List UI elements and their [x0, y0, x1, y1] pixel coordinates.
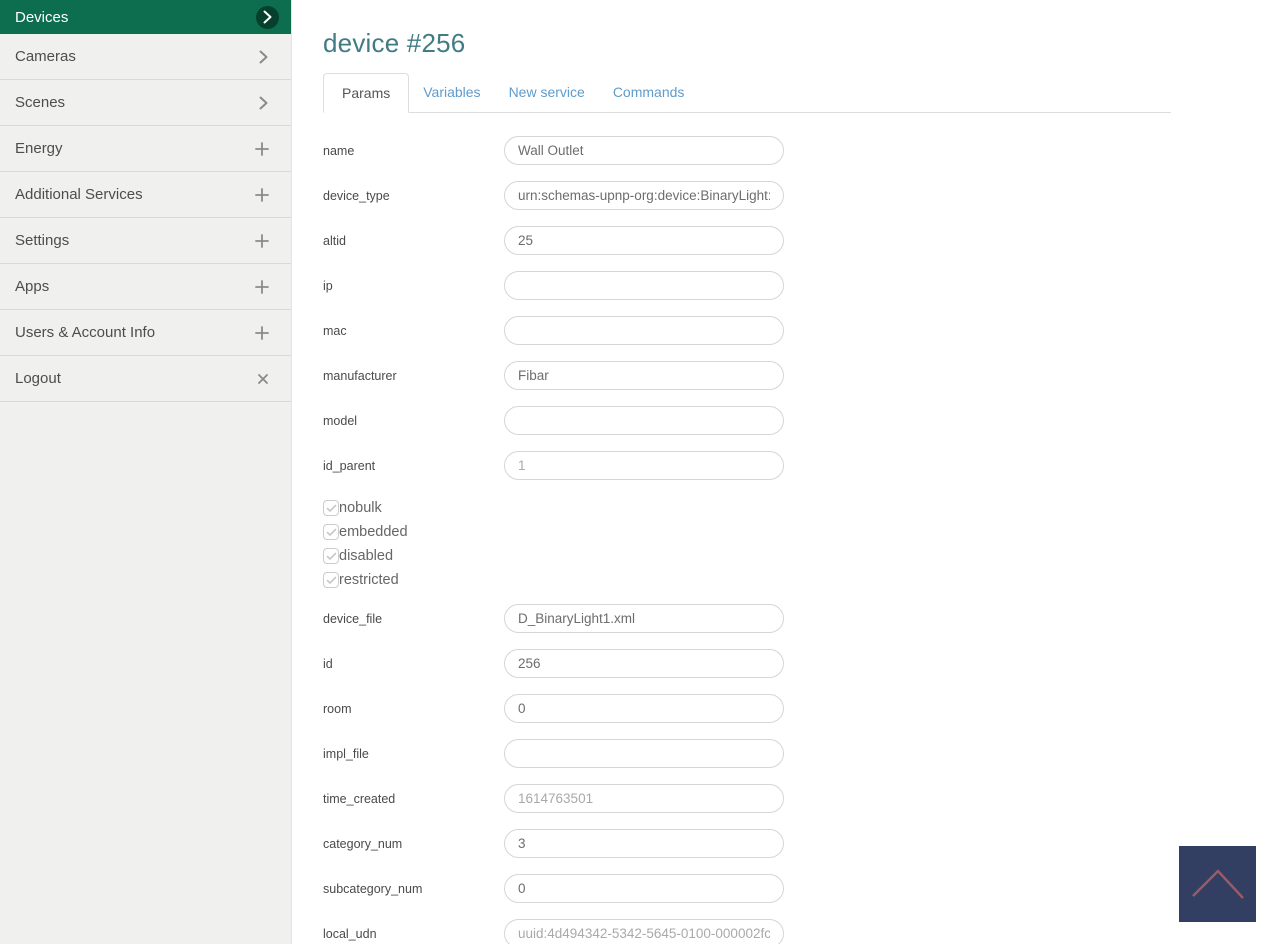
sidebar: Devices Cameras Scenes Energy Additional Ser…	[0, 0, 292, 944]
field-label: room	[323, 702, 504, 716]
model-input[interactable]	[504, 406, 784, 435]
sidebar-item-additional-services[interactable]: Additional Services	[0, 172, 291, 218]
checkbox-row-embedded: embedded	[323, 520, 1278, 544]
embedded-checkbox[interactable]	[323, 524, 339, 540]
id-input[interactable]	[504, 649, 784, 678]
sidebar-item-label: Devices	[15, 9, 68, 26]
checkbox-row-nobulk: nobulk	[323, 496, 1278, 520]
subcategory_num-input[interactable]	[504, 874, 784, 903]
form-row-impl_file: impl_file	[323, 739, 1278, 768]
field-label: device_type	[323, 189, 504, 203]
flags-checkbox-group: nobulk embedded disabled restricted	[323, 496, 1278, 592]
field-label: category_num	[323, 837, 504, 851]
form-row-device_file: device_file	[323, 604, 1278, 633]
plus-icon	[255, 234, 269, 248]
impl_file-input[interactable]	[504, 739, 784, 768]
scroll-to-top-button[interactable]	[1179, 846, 1256, 922]
room-input[interactable]	[504, 694, 784, 723]
checkbox-row-restricted: restricted	[323, 568, 1278, 592]
sidebar-item-devices[interactable]: Devices	[0, 0, 291, 34]
tab-new-service[interactable]: New service	[495, 73, 599, 112]
field-label: mac	[323, 324, 504, 338]
form-row-id_parent: id_parent	[323, 451, 1278, 480]
form-row-category_num: category_num	[323, 829, 1278, 858]
main-content: device #256 ParamsVariablesNew serviceCo…	[293, 0, 1278, 944]
sidebar-item-users-account-info[interactable]: Users & Account Info	[0, 310, 291, 356]
plus-icon	[255, 188, 269, 202]
sidebar-item-logout[interactable]: Logout	[0, 356, 291, 402]
form-row-room: room	[323, 694, 1278, 723]
field-label: impl_file	[323, 747, 504, 761]
ip-input[interactable]	[504, 271, 784, 300]
tab-bar: ParamsVariablesNew serviceCommands	[323, 73, 1171, 113]
id_parent-input[interactable]	[504, 451, 784, 480]
mac-input[interactable]	[504, 316, 784, 345]
sidebar-item-label: Apps	[15, 278, 49, 295]
time_created-input[interactable]	[504, 784, 784, 813]
field-label: time_created	[323, 792, 504, 806]
altid-input[interactable]	[504, 226, 784, 255]
chevron-right-icon	[258, 95, 269, 111]
tab-variables[interactable]: Variables	[409, 73, 494, 112]
sidebar-item-energy[interactable]: Energy	[0, 126, 291, 172]
name-input[interactable]	[504, 136, 784, 165]
sidebar-item-label: Additional Services	[15, 186, 143, 203]
sidebar-item-label: Logout	[15, 370, 61, 387]
chevron-right-icon[interactable]	[256, 6, 279, 29]
field-label: name	[323, 144, 504, 158]
form-row-altid: altid	[323, 226, 1278, 255]
field-label: local_udn	[323, 927, 504, 941]
chevron-up-icon	[1188, 862, 1248, 907]
sidebar-item-label: Energy	[15, 140, 63, 157]
plus-icon	[255, 280, 269, 294]
field-label: model	[323, 414, 504, 428]
tab-params[interactable]: Params	[323, 73, 409, 113]
device-params-form: name device_typealtid ip mac manufacturer mod…	[323, 136, 1278, 944]
local_udn-input[interactable]	[504, 919, 784, 944]
form-row-mac: mac	[323, 316, 1278, 345]
field-label: id_parent	[323, 459, 504, 473]
device_type-input[interactable]	[504, 181, 784, 210]
sidebar-item-label: Cameras	[15, 48, 76, 65]
form-row-name: name	[323, 136, 1278, 165]
form-row-subcategory_num: subcategory_num	[323, 874, 1278, 903]
form-row-ip: ip	[323, 271, 1278, 300]
sidebar-item-apps[interactable]: Apps	[0, 264, 291, 310]
field-label: manufacturer	[323, 369, 504, 383]
checkbox-row-disabled: disabled	[323, 544, 1278, 568]
field-label: device_file	[323, 612, 504, 626]
chevron-right-icon	[258, 49, 269, 65]
plus-icon	[255, 142, 269, 156]
form-row-local_udn: local_udn	[323, 919, 1278, 944]
sidebar-item-label: Scenes	[15, 94, 65, 111]
form-row-model: model	[323, 406, 1278, 435]
restricted-checkbox[interactable]	[323, 572, 339, 588]
form-row-manufacturer: manufacturer	[323, 361, 1278, 390]
field-label: id	[323, 657, 504, 671]
field-label: altid	[323, 234, 504, 248]
form-row-device_type: device_type	[323, 181, 1278, 210]
sidebar-item-scenes[interactable]: Scenes	[0, 80, 291, 126]
sidebar-item-label: Settings	[15, 232, 69, 249]
device_file-input[interactable]	[504, 604, 784, 633]
tab-commands[interactable]: Commands	[599, 73, 699, 112]
checkbox-label: nobulk	[339, 500, 382, 516]
checkbox-label: restricted	[339, 572, 399, 588]
page-title: device #256	[323, 28, 1278, 59]
category_num-input[interactable]	[504, 829, 784, 858]
checkbox-label: disabled	[339, 548, 393, 564]
sidebar-item-label: Users & Account Info	[15, 324, 155, 341]
form-row-time_created: time_created	[323, 784, 1278, 813]
nobulk-checkbox[interactable]	[323, 500, 339, 516]
form-row-id: id	[323, 649, 1278, 678]
plus-icon	[255, 326, 269, 340]
field-label: subcategory_num	[323, 882, 504, 896]
manufacturer-input[interactable]	[504, 361, 784, 390]
field-label: ip	[323, 279, 504, 293]
sidebar-item-settings[interactable]: Settings	[0, 218, 291, 264]
checkbox-label: embedded	[339, 524, 408, 540]
sidebar-item-cameras[interactable]: Cameras	[0, 34, 291, 80]
close-icon	[257, 373, 269, 385]
disabled-checkbox[interactable]	[323, 548, 339, 564]
